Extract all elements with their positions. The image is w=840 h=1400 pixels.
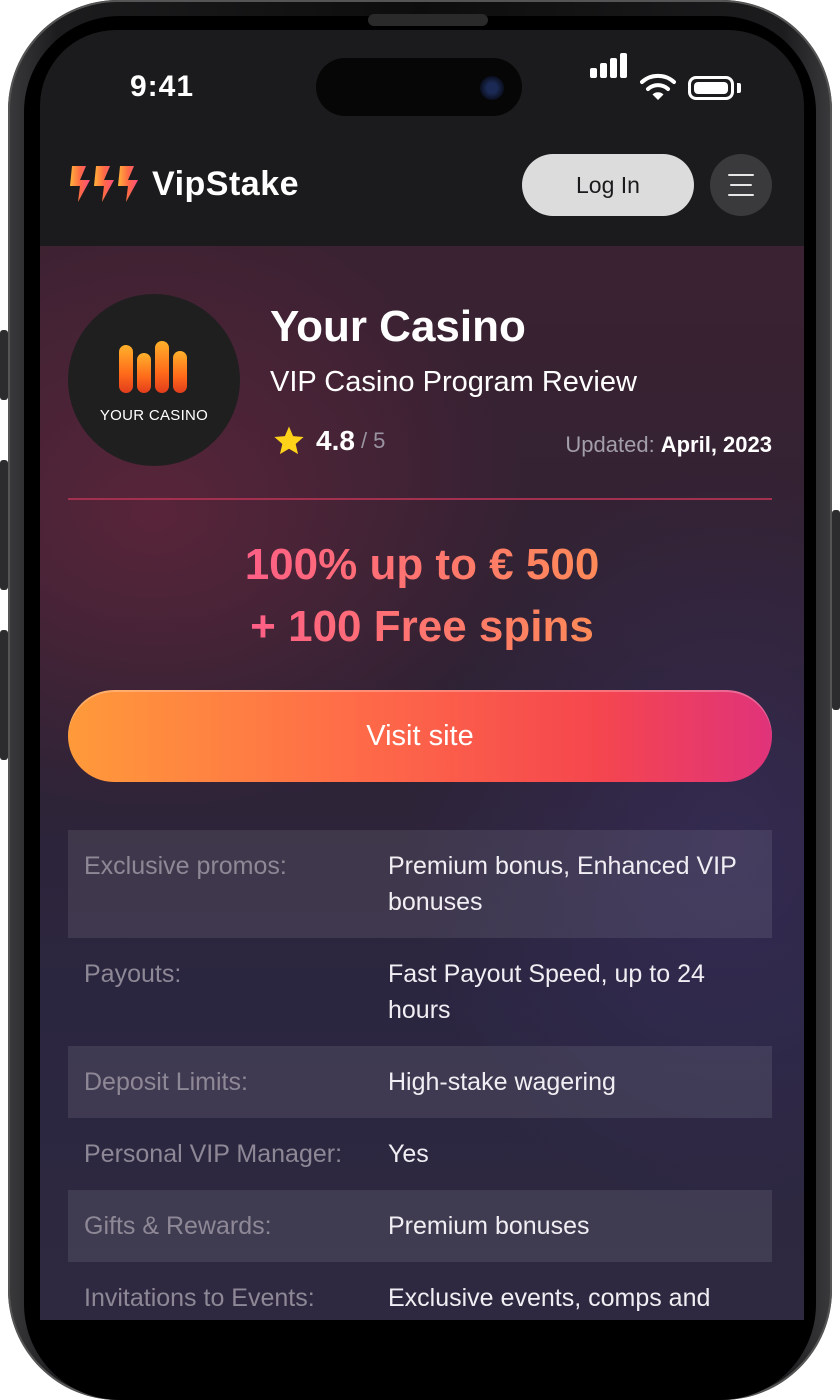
row-key: Gifts & Rewards: bbox=[84, 1212, 272, 1240]
side-button-left-3 bbox=[0, 630, 8, 760]
table-row: Payouts: Fast Payout Speed, up to 24 hou… bbox=[68, 938, 772, 1046]
updated-date: Updated: April, 2023 bbox=[565, 432, 772, 458]
camera-icon bbox=[480, 76, 504, 100]
row-key: Deposit Limits: bbox=[84, 1068, 248, 1096]
hamburger-menu-icon bbox=[728, 174, 754, 176]
brand-name: VipStake bbox=[152, 164, 300, 203]
updated-value: April, 2023 bbox=[660, 432, 772, 457]
row-value: Yes bbox=[388, 1140, 429, 1168]
side-button-left-1 bbox=[0, 330, 8, 400]
site-header: VipStake Log In bbox=[40, 140, 804, 246]
status-time: 9:41 bbox=[130, 70, 195, 103]
row-value: Exclusive events, comps and bbox=[388, 1284, 711, 1312]
star-icon bbox=[274, 426, 304, 455]
login-button[interactable]: Log In bbox=[522, 154, 694, 216]
speaker-grille bbox=[368, 14, 488, 26]
status-bar: 9:41 bbox=[40, 30, 804, 140]
row-value: High-stake wagering bbox=[388, 1068, 616, 1096]
side-button-right bbox=[832, 510, 840, 710]
rating-max: / 5 bbox=[360, 428, 386, 453]
updated-label: Updated: bbox=[565, 432, 655, 457]
screen: 9:41 VipStake Log In YOUR CASINO Your Ca… bbox=[40, 30, 804, 1320]
table-row: Personal VIP Manager: Yes bbox=[68, 1118, 772, 1190]
brand-logo[interactable]: VipStake bbox=[68, 162, 299, 206]
battery-icon bbox=[688, 76, 734, 100]
details-table: Exclusive promos: Premium bonus, Enhance… bbox=[68, 830, 772, 1320]
row-value: Premium bonuses bbox=[388, 1212, 590, 1240]
row-key: Payouts: bbox=[84, 960, 182, 988]
rating: 4.8 / 5 bbox=[272, 424, 385, 458]
menu-button[interactable] bbox=[710, 154, 772, 216]
divider bbox=[68, 498, 772, 500]
bonus-line-1: 100% up to € 500 bbox=[244, 540, 600, 589]
wifi-icon bbox=[640, 73, 676, 100]
dynamic-island bbox=[316, 58, 522, 116]
casino-bars-icon bbox=[119, 337, 189, 393]
rating-value: 4.8 bbox=[316, 425, 355, 456]
visit-site-button[interactable]: Visit site bbox=[68, 690, 772, 782]
table-row: Invitations to Events: Exclusive events,… bbox=[68, 1262, 772, 1320]
row-value: Fast Payout Speed, up to 24 hours bbox=[388, 960, 705, 1024]
table-row: Deposit Limits: High-stake wagering bbox=[68, 1046, 772, 1118]
table-row: Gifts & Rewards: Premium bonuses bbox=[68, 1190, 772, 1262]
row-key: Invitations to Events: bbox=[84, 1284, 315, 1312]
review-content: YOUR CASINO Your Casino VIP Casino Progr… bbox=[40, 246, 804, 1320]
battery-cap bbox=[737, 83, 741, 93]
table-row: Exclusive promos: Premium bonus, Enhance… bbox=[68, 830, 772, 938]
side-button-left-2 bbox=[0, 460, 8, 590]
bonus-line-2: + 100 Free spins bbox=[250, 602, 594, 651]
casino-logo-text: YOUR CASINO bbox=[99, 406, 209, 424]
row-key: Personal VIP Manager: bbox=[84, 1140, 343, 1168]
row-key: Exclusive promos: bbox=[84, 852, 287, 880]
casino-name: Your Casino bbox=[270, 302, 526, 351]
review-subtitle: VIP Casino Program Review bbox=[270, 366, 637, 398]
row-value: Premium bonus, Enhanced VIP bonuses bbox=[388, 852, 737, 916]
casino-logo: YOUR CASINO bbox=[68, 294, 240, 466]
bolt-logo-icon bbox=[70, 166, 138, 202]
